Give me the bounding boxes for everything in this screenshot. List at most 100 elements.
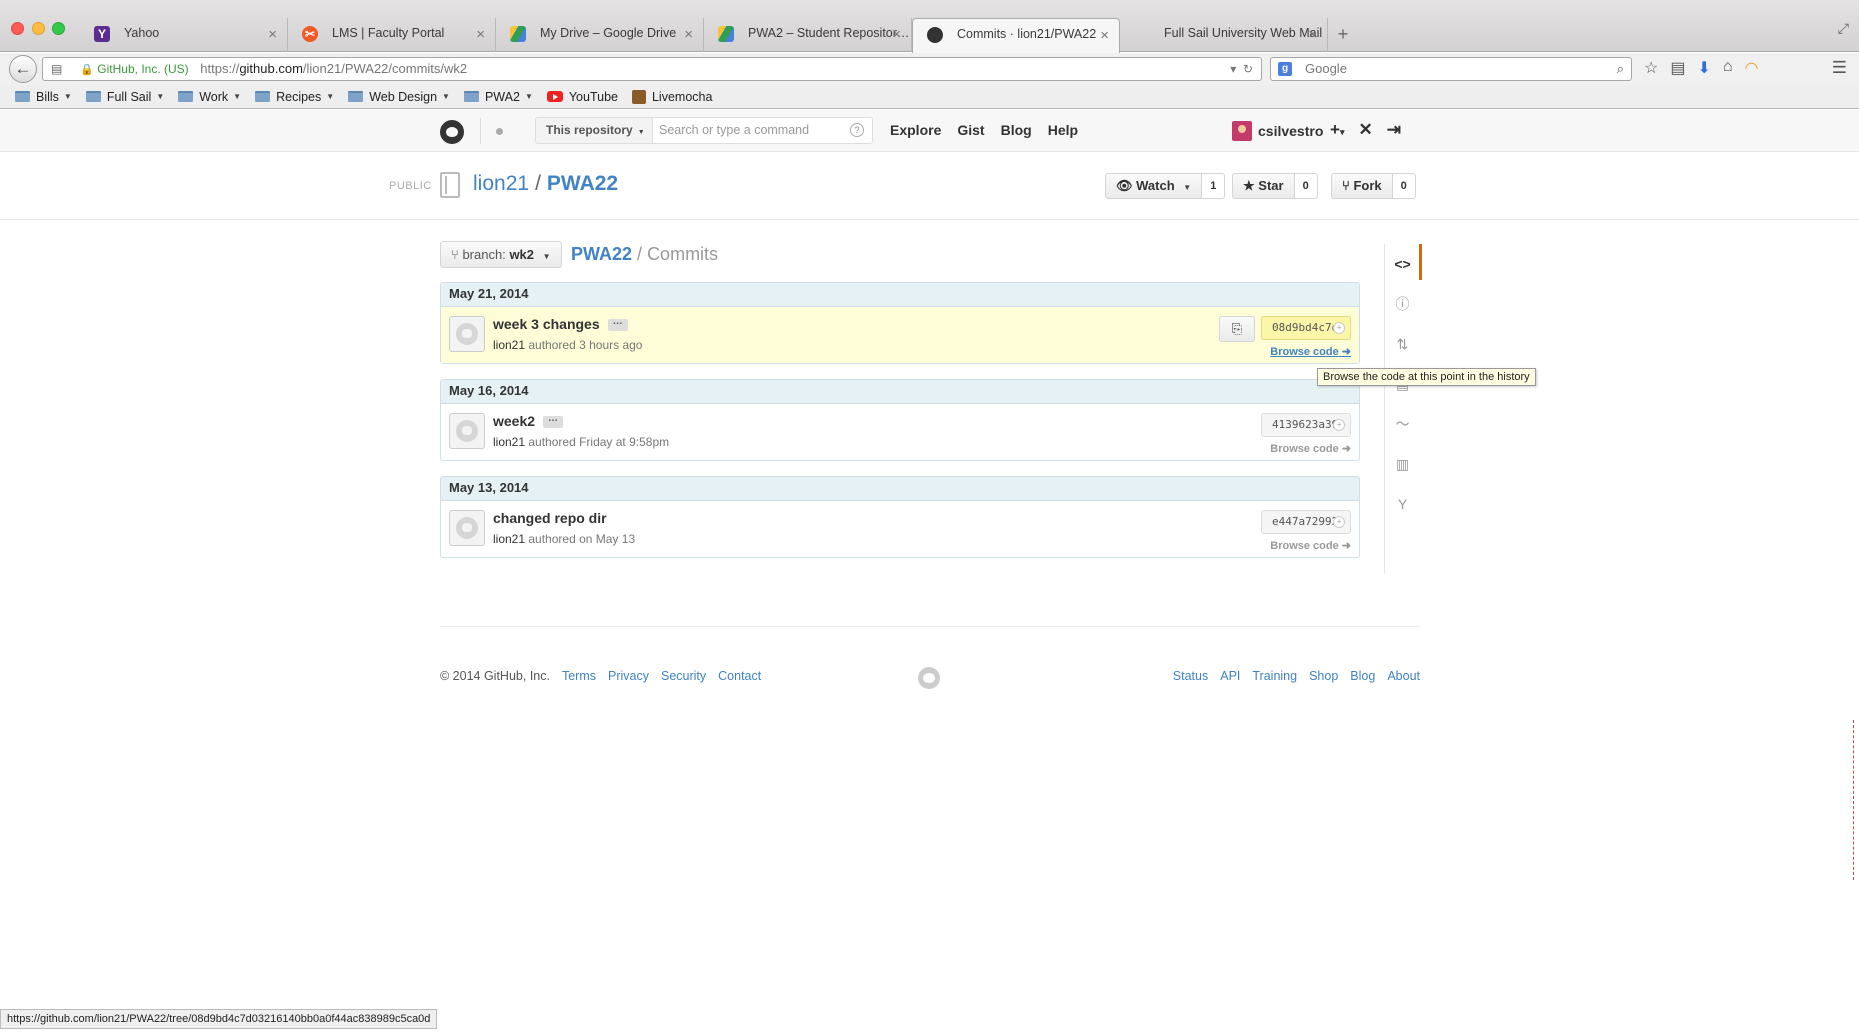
tab-strip: Y Yahoo × ✂ LMS | Faculty Portal × My Dr… [80,18,1358,53]
bookmark-folder-bills[interactable]: Bills ▼ [15,85,72,108]
close-tab-icon[interactable]: × [476,26,485,43]
reading-list-icon[interactable]: ▤ [1670,58,1685,78]
footer-link-shop[interactable]: Shop [1309,669,1338,683]
commit-author-link[interactable]: lion21 [493,532,525,546]
close-tab-icon[interactable]: × [1308,26,1317,43]
rainbow-addon-icon[interactable]: ◠ [1745,58,1759,78]
bookmark-youtube[interactable]: YouTube [546,85,618,108]
download-icon[interactable]: ⬇ [1697,58,1710,78]
new-tab-button[interactable]: + [1328,18,1358,52]
tab-pwa2-repository[interactable]: PWA2 – Student Repositor… × [704,18,912,52]
watch-button[interactable]: 👁 Watch ▼ [1105,173,1203,199]
tab-yahoo[interactable]: Y Yahoo × [80,18,288,52]
expand-message-button[interactable]: … [543,414,564,429]
user-menu[interactable]: csilvestro [1232,121,1323,141]
nav-explore[interactable]: Explore [890,122,941,138]
reload-icon[interactable]: ▾ ↻ [1230,58,1253,80]
watch-count[interactable]: 1 [1202,173,1226,199]
settings-tools-icon[interactable]: ✕ [1358,120,1372,140]
branch-selector[interactable]: ⑂ branch: wk2 ▼ [440,241,562,268]
repo-owner-link[interactable]: lion21 [473,172,529,195]
repository-title: lion21/PWA22 [473,172,619,195]
site-identity[interactable]: GitHub, Inc. (US) [97,62,188,76]
browse-code-link[interactable]: Browse code ➜ [1270,442,1351,455]
bookmark-folder-pwa2[interactable]: PWA2 ▼ [463,85,533,108]
repo-name-link[interactable]: PWA22 [547,172,618,195]
fork-button[interactable]: ⑂ Fork [1331,173,1393,199]
fullscreen-icon[interactable]: ⤢ [1838,20,1849,37]
scrollbar[interactable] [1853,720,1859,880]
nav-help[interactable]: Help [1048,122,1078,138]
pulse-icon[interactable]: 〜 [1385,404,1420,444]
star-count[interactable]: 0 [1294,173,1318,199]
star-button[interactable]: ★ Star [1232,173,1295,199]
expand-message-button[interactable]: … [607,317,628,332]
command-search-input[interactable]: Search or type a command ? [653,117,873,144]
bookmark-folder-work[interactable]: Work ▼ [178,85,241,108]
footer-link-training[interactable]: Training [1252,669,1297,683]
commit-author-link[interactable]: lion21 [493,338,525,352]
footer-link-terms[interactable]: Terms [562,669,596,683]
sha-icon: + [1333,516,1345,528]
sign-out-icon[interactable]: ⇥ [1387,120,1401,140]
copy-sha-button[interactable]: ⎘ [1219,316,1255,342]
commit-message-link[interactable]: changed repo dir [493,510,607,526]
fork-count[interactable]: 0 [1392,173,1416,199]
author-avatar[interactable] [449,413,485,449]
github-logo-icon[interactable] [440,120,464,144]
close-tab-icon[interactable]: × [684,26,693,43]
footer-link-blog[interactable]: Blog [1350,669,1375,683]
graphs-icon[interactable]: ▥ [1385,444,1420,484]
commit-message-link[interactable]: week2 [493,413,535,429]
menu-icon[interactable]: ☰ [1832,58,1847,78]
bookmark-folder-full-sail[interactable]: Full Sail ▼ [85,85,164,108]
footer-link-api[interactable]: API [1220,669,1240,683]
pull-requests-icon[interactable]: ⇅ [1385,324,1420,364]
tab-commits[interactable]: Commits · lion21/PWA22 × [912,18,1120,53]
notifications-icon[interactable] [496,128,503,135]
nav-blog[interactable]: Blog [1001,122,1032,138]
close-tab-icon[interactable]: × [268,26,277,43]
bookmark-folder-recipes[interactable]: Recipes ▼ [255,85,334,108]
search-scope-button[interactable]: This repository ▼ [535,117,653,144]
bookmark-folder-web-design[interactable]: Web Design ▼ [348,85,450,108]
commit-sha-button[interactable]: 4139623a39 + [1261,413,1351,437]
footer-link-security[interactable]: Security [661,669,706,683]
bookmark-livemocha[interactable]: Livemocha [631,85,712,108]
commit-message-link[interactable]: week 3 changes [493,316,600,332]
browse-code-link[interactable]: Browse code ➜ [1270,345,1351,358]
search-icon[interactable]: ⌕ [1617,58,1624,80]
help-icon[interactable]: ? [850,123,864,137]
chevron-down-icon: ▼ [63,92,72,101]
search-input[interactable]: g Google ⌕ [1270,57,1632,81]
commit-sha-button[interactable]: e447a72992 + [1261,510,1351,534]
create-new-icon[interactable]: +▾ [1330,120,1344,140]
author-avatar[interactable] [449,316,485,352]
tab-google-drive[interactable]: My Drive – Google Drive × [496,18,704,52]
home-icon[interactable]: ⌂ [1723,58,1733,78]
footer-link-about[interactable]: About [1387,669,1420,683]
issues-icon[interactable]: ⓘ [1385,284,1420,324]
tab-webmail[interactable]: Full Sail University Web Mail × [1120,18,1328,52]
code-icon[interactable]: <> [1385,244,1422,284]
network-icon[interactable]: Y [1385,484,1420,524]
commit-author-link[interactable]: lion21 [493,435,525,449]
tab-lms[interactable]: ✂ LMS | Faculty Portal × [288,18,496,52]
footer-link-status[interactable]: Status [1173,669,1208,683]
footer-link-contact[interactable]: Contact [718,669,761,683]
browse-code-link[interactable]: Browse code ➜ [1270,539,1351,552]
zoom-window-button[interactable] [52,22,65,35]
nav-gist[interactable]: Gist [957,122,984,138]
author-avatar[interactable] [449,510,485,546]
commit-sha-button[interactable]: 08d9bd4c7d + [1261,316,1351,340]
breadcrumb-repo-link[interactable]: PWA22 [571,244,632,264]
close-window-button[interactable] [11,22,24,35]
close-tab-icon[interactable]: × [1100,27,1109,44]
close-tab-icon[interactable]: × [892,26,901,43]
back-button[interactable]: ← [9,55,37,83]
minimize-window-button[interactable] [32,22,45,35]
bookmark-star-icon[interactable]: ☆ [1644,58,1658,78]
url-bar[interactable]: ▤ 🔒 GitHub, Inc. (US) https://github.com… [42,57,1262,81]
github-mark-icon[interactable] [918,667,940,689]
footer-link-privacy[interactable]: Privacy [608,669,649,683]
